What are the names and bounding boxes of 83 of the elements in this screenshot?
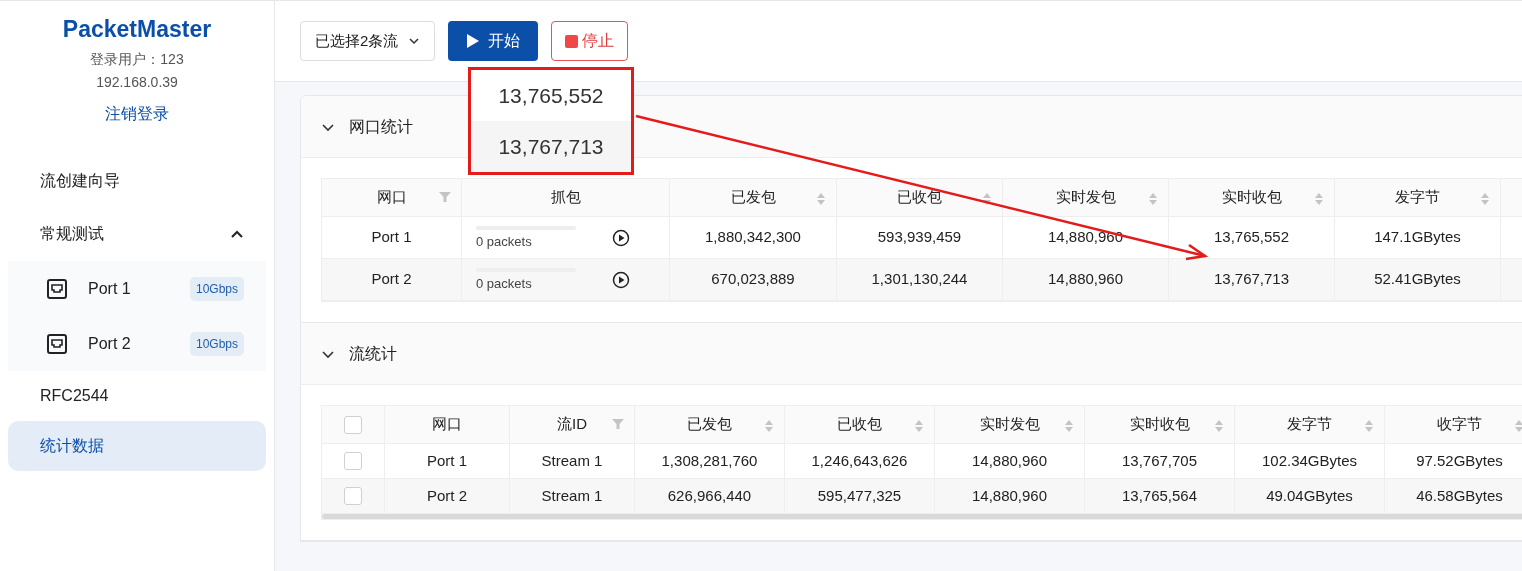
column-header: 实时收包 <box>1221 187 1282 208</box>
section-header[interactable]: 流统计 <box>301 323 1522 385</box>
group-label: 常规测试 <box>40 223 104 244</box>
port-label: Port 1 <box>88 278 131 299</box>
ethernet-port-icon <box>46 277 68 300</box>
column-header: 抓包 <box>550 187 581 208</box>
column-header: 已发包 <box>730 187 776 208</box>
packet-count: 0 packets <box>476 277 533 291</box>
table-cell-text: 102.34GBytes <box>1261 450 1358 471</box>
table-cell-text: 1,301,130,244 <box>871 269 968 290</box>
table-cell-text: 97.52GBytes <box>1416 450 1503 471</box>
table-cell-text: 595,477,325 <box>817 485 902 506</box>
horizontal-scrollbar[interactable] <box>322 514 1522 519</box>
column-header: 收字节 <box>1437 414 1482 435</box>
caret-icon <box>408 37 421 45</box>
sidebar-item[interactable]: 统计数据 <box>8 421 266 471</box>
speed-tag: 10Gbps <box>189 276 244 301</box>
column-header: 流ID <box>557 414 587 435</box>
play-icon[interactable] <box>612 228 630 247</box>
table-cell-text: 13,765,552 <box>1213 227 1290 248</box>
table-cell-text: 13,767,713 <box>1213 269 1290 290</box>
checkbox[interactable] <box>344 452 362 470</box>
play-icon <box>466 33 481 49</box>
table-cell-text: Port 2 <box>427 485 467 506</box>
column-header: 网口 <box>376 187 407 208</box>
table-cell-text: 1,880,342,300 <box>705 227 801 248</box>
section-title: 网口统计 <box>349 116 413 137</box>
column-header: 发字节 <box>1287 414 1332 435</box>
sidebar-group[interactable]: 常规测试 <box>0 206 274 261</box>
table-cell-text: 13,765,564 <box>1121 485 1198 506</box>
sidebar-item[interactable]: 流创建向导 <box>8 156 266 206</box>
column-header: 实时发包 <box>979 414 1040 435</box>
table-cell-text: Port 1 <box>427 450 467 471</box>
sidebar-subitem[interactable]: Port 2 10Gbps <box>8 316 266 371</box>
sidebar-subitem[interactable]: Port 1 10Gbps <box>8 261 266 316</box>
column-header: 实时收包 <box>1129 414 1190 435</box>
speed-tag: 10Gbps <box>189 331 244 356</box>
column-header: 已收包 <box>897 187 942 208</box>
table-cell-text: 52.41GBytes <box>1374 269 1461 290</box>
table-cell-text: Port 2 <box>371 269 412 290</box>
chevron-icon <box>321 121 335 132</box>
checkbox[interactable] <box>344 487 362 505</box>
table-cell-text: 49.04GBytes <box>1266 485 1353 506</box>
table-cell-text: 14,880,960 <box>971 450 1048 471</box>
start-button[interactable]: 开始 <box>448 21 539 61</box>
stop-icon <box>565 34 579 48</box>
chevron-icon <box>230 228 244 239</box>
table-cell-text: Port 1 <box>371 227 412 248</box>
packet-count: 0 packets <box>476 235 533 249</box>
table-cell-text: 1,308,281,760 <box>661 450 758 471</box>
table-cell-text: 593,939,459 <box>877 227 962 248</box>
table-cell-text: Stream 1 <box>541 485 603 506</box>
column-header: 已发包 <box>687 414 732 435</box>
table-cell-text: 14,880,960 <box>1047 269 1124 290</box>
callout-value: 13,767,713 <box>498 133 604 160</box>
column-header: 实时发包 <box>1055 187 1116 208</box>
user-label: 登录用户：123 <box>90 50 184 69</box>
table-cell-text: 14,880,960 <box>971 485 1048 506</box>
sidebar-item[interactable]: RFC2544 <box>8 371 266 421</box>
table-cell-text: 14,880,960 <box>1047 227 1124 248</box>
app-logo: PacketMaster <box>62 15 212 44</box>
table-cell-text: Stream 1 <box>541 450 603 471</box>
stream-select[interactable]: 已选择2条流 <box>300 21 436 61</box>
ethernet-port-icon <box>46 332 68 355</box>
play-icon[interactable] <box>612 270 630 289</box>
section-title: 流统计 <box>349 343 397 364</box>
table-cell-text: 626,966,440 <box>667 485 752 506</box>
table-cell-text: 46.58GBytes <box>1416 485 1503 506</box>
checkbox[interactable] <box>344 415 362 434</box>
column-header: 发字节 <box>1395 187 1440 208</box>
ip-address: 192.168.0.39 <box>96 73 178 92</box>
table-cell-text: 13,767,705 <box>1121 450 1198 471</box>
filter-icon[interactable] <box>439 191 451 203</box>
column-header: 网口 <box>432 414 462 435</box>
table-cell-text: 1,246,643,626 <box>811 450 908 471</box>
column-header: 已收包 <box>837 414 882 435</box>
table-cell-text: 147.1GBytes <box>1374 227 1461 248</box>
stop-button[interactable]: 停止 <box>551 21 629 61</box>
port-label: Port 2 <box>88 333 131 354</box>
filter-icon[interactable] <box>612 418 624 430</box>
logout-link[interactable]: 注销登录 <box>105 102 169 126</box>
table-cell-text: 670,023,889 <box>711 269 795 290</box>
chevron-icon <box>321 348 335 359</box>
